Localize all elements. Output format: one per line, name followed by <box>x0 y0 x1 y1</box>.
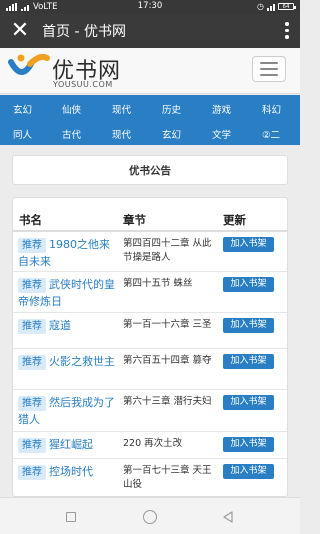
column-header-title: 书名 <box>19 213 42 227</box>
book-title-link[interactable]: 控场时代 <box>49 465 93 478</box>
recommend-tag: 推荐 <box>18 238 46 253</box>
chapter-link[interactable]: 220 再次土改 <box>123 437 219 451</box>
table-row: 推荐 控场时代 第一百七十三章 天王山役 加入书架 <box>13 459 287 496</box>
table-row: 推荐 武侠时代的皇帝修炼日 第四十五节 蛛丝 加入书架 <box>13 272 287 313</box>
book-cell: 推荐 武侠时代的皇帝修炼日 <box>18 276 118 310</box>
add-to-shelf-button[interactable]: 加入书架 <box>223 354 274 369</box>
category-item[interactable]: 现代 <box>112 102 131 116</box>
category-item[interactable]: 仙侠 <box>62 102 81 116</box>
table-row: 推荐 1980之他来自未来 第四百四十二章 从此节操是路人 加入书架 <box>13 232 287 272</box>
chapter-link[interactable]: 第六百五十四章 篡夺 <box>123 354 219 368</box>
site-header: 优书网 YOUSUU.COM <box>0 48 300 94</box>
category-item[interactable]: 玄幻 <box>13 102 32 116</box>
book-cell: 推荐 控场时代 <box>18 463 118 480</box>
add-to-shelf-button[interactable]: 加入书架 <box>223 395 274 410</box>
chapter-link[interactable]: 第一百七十三章 天王山役 <box>123 464 219 492</box>
category-row-1: 玄幻 仙侠 现代 历史 游戏 科幻 <box>0 95 300 120</box>
add-to-shelf-button[interactable]: 加入书架 <box>223 318 274 333</box>
book-title-link[interactable]: 猩红崛起 <box>49 438 93 451</box>
add-to-shelf-button[interactable]: 加入书架 <box>223 464 274 479</box>
table-header: 书名 章节 更新 <box>13 198 287 232</box>
close-icon[interactable]: ✕ <box>0 14 40 48</box>
category-item[interactable]: 同人 <box>13 127 32 141</box>
category-item[interactable]: 文学 <box>212 127 231 141</box>
site-domain: YOUSUU.COM <box>53 80 113 89</box>
book-cell: 推荐 然后我成为了猎人 <box>18 394 118 428</box>
battery-level: 64 <box>282 3 290 10</box>
book-cell: 推荐 寇道 <box>18 317 118 334</box>
category-item[interactable]: 玄幻 <box>162 127 181 141</box>
category-item[interactable]: 历史 <box>162 102 181 116</box>
column-header-update: 更新 <box>223 213 246 227</box>
add-to-shelf-button[interactable]: 加入书架 <box>223 437 274 452</box>
chapter-link[interactable]: 第一百一十六章 三圣 <box>123 318 219 332</box>
chapter-link[interactable]: 第四十五节 蛛丝 <box>123 277 219 291</box>
category-row-2: 同人 古代 现代 玄幻 文学 ②二 <box>0 120 300 145</box>
recommend-tag: 推荐 <box>18 465 46 480</box>
recommend-tag: 推荐 <box>18 319 46 334</box>
alarm-icon: ◷ <box>257 2 264 11</box>
add-to-shelf-button[interactable]: 加入书架 <box>223 277 274 292</box>
table-row: 推荐 然后我成为了猎人 第六十三章 潜行夫妇 加入书架 <box>13 390 287 432</box>
table-row: 推荐 寇道 第一百一十六章 三圣 加入书架 <box>13 313 287 349</box>
chapter-link[interactable]: 第六十三章 潜行夫妇 <box>123 395 219 409</box>
table-row: 推荐 火影之救世主 第六百五十四章 篡夺 加入书架 <box>13 349 287 390</box>
book-cell: 推荐 猩红崛起 <box>18 436 118 453</box>
system-nav-bar <box>0 497 300 534</box>
battery-icon: 64 <box>278 3 296 10</box>
recommend-tag: 推荐 <box>18 438 46 453</box>
table-row: 推荐 猩红崛起 220 再次土改 加入书架 <box>13 432 287 459</box>
back-icon[interactable] <box>222 511 234 523</box>
book-title-link[interactable]: 火影之救世主 <box>49 355 115 368</box>
app-bar: ✕ 首页 - 优书网 <box>0 14 300 48</box>
category-item[interactable]: ②二 <box>262 127 280 141</box>
signal-strength-icon <box>267 3 275 11</box>
home-icon[interactable] <box>143 510 157 524</box>
chapter-link[interactable]: 第四百四十二章 从此节操是路人 <box>123 237 219 265</box>
category-item[interactable]: 现代 <box>112 127 131 141</box>
update-list: 书名 章节 更新 推荐 1980之他来自未来 第四百四十二章 从此节操是路人 加入… <box>12 197 288 497</box>
category-item[interactable]: 游戏 <box>212 102 231 116</box>
category-nav: 玄幻 仙侠 现代 历史 游戏 科幻 同人 古代 现代 玄幻 文学 ②二 <box>0 95 300 145</box>
book-title-link[interactable]: 寇道 <box>49 319 71 332</box>
book-cell: 推荐 火影之救世主 <box>18 353 118 370</box>
status-time: 17:30 <box>137 1 163 11</box>
column-header-chapter: 章节 <box>123 213 146 227</box>
menu-toggle-button[interactable] <box>252 56 286 82</box>
category-item[interactable]: 古代 <box>62 127 81 141</box>
announcement-panel[interactable]: 优书公告 <box>12 155 288 185</box>
more-options-icon[interactable] <box>284 22 290 39</box>
recent-apps-icon[interactable] <box>66 512 76 522</box>
recommend-tag: 推荐 <box>18 278 46 293</box>
recommend-tag: 推荐 <box>18 396 46 411</box>
announcement-title: 优书公告 <box>129 164 171 177</box>
logo-mark-icon <box>8 53 50 75</box>
book-cell: 推荐 1980之他来自未来 <box>18 236 118 270</box>
recommend-tag: 推荐 <box>18 355 46 370</box>
category-item[interactable]: 科幻 <box>262 102 281 116</box>
page-title: 首页 - 优书网 <box>42 24 126 40</box>
site-logo[interactable]: 优书网 YOUSUU.COM <box>8 52 138 90</box>
status-bar: VoLTE 17:30 ◷ 64 <box>0 0 300 14</box>
add-to-shelf-button[interactable]: 加入书架 <box>223 237 274 252</box>
